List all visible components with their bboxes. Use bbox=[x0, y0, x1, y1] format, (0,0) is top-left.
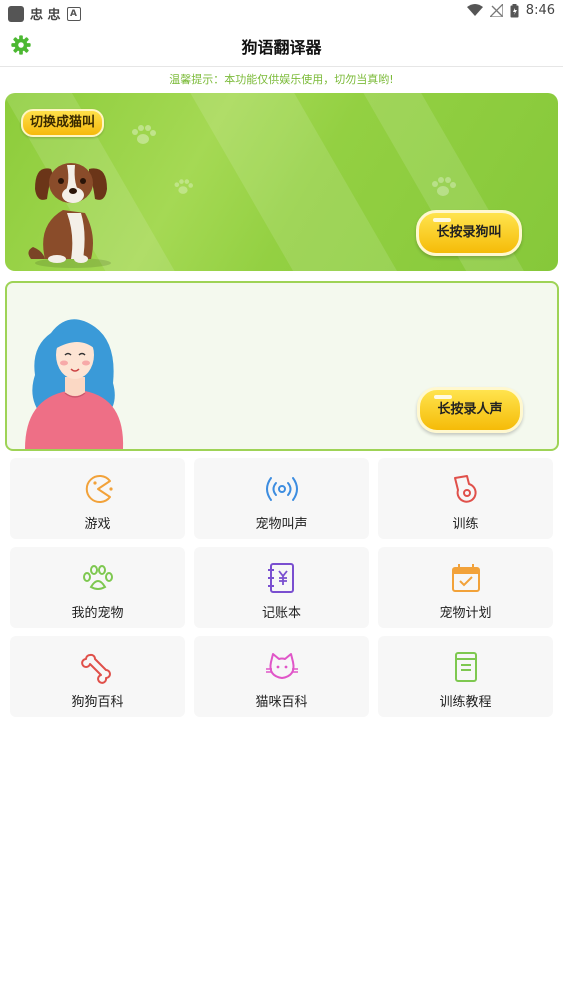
bone-icon bbox=[80, 653, 111, 684]
paw-print-icon bbox=[174, 179, 193, 194]
paw-print-icon bbox=[132, 125, 156, 144]
feature-pet-plan[interactable]: 宠物计划 bbox=[378, 547, 553, 628]
human-translate-panel: 长按录人声 bbox=[5, 281, 559, 451]
title-bar: 狗语翻译器 bbox=[0, 26, 563, 67]
no-signal-icon bbox=[489, 4, 503, 17]
calendar-check-icon bbox=[451, 564, 480, 592]
paw-print-icon bbox=[432, 177, 456, 196]
woman-illustration bbox=[25, 319, 124, 449]
feature-label: 训练 bbox=[452, 517, 479, 532]
whistle-icon bbox=[453, 475, 477, 503]
wifi-icon bbox=[466, 4, 483, 16]
ledger-icon bbox=[267, 563, 294, 593]
feature-label: 宠物叫声 bbox=[255, 517, 308, 532]
button-shine bbox=[433, 218, 451, 222]
book-icon bbox=[454, 652, 477, 682]
switch-to-cat-button[interactable]: 切换成猫叫 bbox=[21, 109, 105, 137]
dog-translate-panel: 切换成猫叫 长按录狗叫 bbox=[5, 93, 558, 271]
clock: 8:46 bbox=[525, 3, 555, 18]
feature-pet-sounds[interactable]: 宠物叫声 bbox=[194, 458, 369, 539]
page-title: 狗语翻译器 bbox=[241, 38, 322, 57]
feature-dog-encyclopedia[interactable]: 狗狗百科 bbox=[10, 636, 185, 717]
notification-square-icon bbox=[8, 5, 24, 22]
feature-label: 记账本 bbox=[261, 606, 301, 621]
feature-my-pets[interactable]: 我的宠物 bbox=[10, 547, 185, 628]
notice-text: 温馨提示：本功能仅供娱乐使用，切勿当真哟! bbox=[169, 73, 394, 86]
hold-record-dog-label: 长按录狗叫 bbox=[436, 225, 502, 240]
a-badge-icon: A bbox=[66, 6, 81, 21]
battery-icon bbox=[510, 3, 519, 17]
notification-glyph: 忠 忠 bbox=[30, 8, 61, 23]
paw-icon bbox=[82, 565, 113, 590]
feature-games[interactable]: 游戏 bbox=[10, 458, 185, 539]
feature-cat-encyclopedia[interactable]: 猫咪百科 bbox=[194, 636, 369, 717]
feature-label: 训练教程 bbox=[439, 695, 492, 710]
feature-label: 我的宠物 bbox=[71, 606, 124, 621]
feature-label: 游戏 bbox=[84, 517, 111, 532]
status-bar: 忠 忠 A 8:46 bbox=[0, 0, 563, 24]
hold-record-dog-button[interactable]: 长按录狗叫 bbox=[416, 210, 522, 256]
cat-face-icon bbox=[265, 653, 298, 679]
feature-training[interactable]: 训练 bbox=[378, 458, 553, 539]
dog-illustration bbox=[28, 163, 111, 268]
pacman-icon bbox=[85, 475, 113, 503]
hold-record-human-button[interactable]: 长按录人声 bbox=[417, 387, 523, 433]
button-shine bbox=[434, 395, 452, 399]
feature-label: 猫咪百科 bbox=[255, 695, 308, 710]
feature-training-tutorial[interactable]: 训练教程 bbox=[378, 636, 553, 717]
feature-label: 宠物计划 bbox=[439, 606, 492, 621]
feature-label: 狗狗百科 bbox=[71, 695, 124, 710]
feature-ledger[interactable]: 记账本 bbox=[194, 547, 369, 628]
hold-record-human-label: 长按录人声 bbox=[437, 402, 503, 417]
broadcast-icon bbox=[265, 477, 298, 501]
